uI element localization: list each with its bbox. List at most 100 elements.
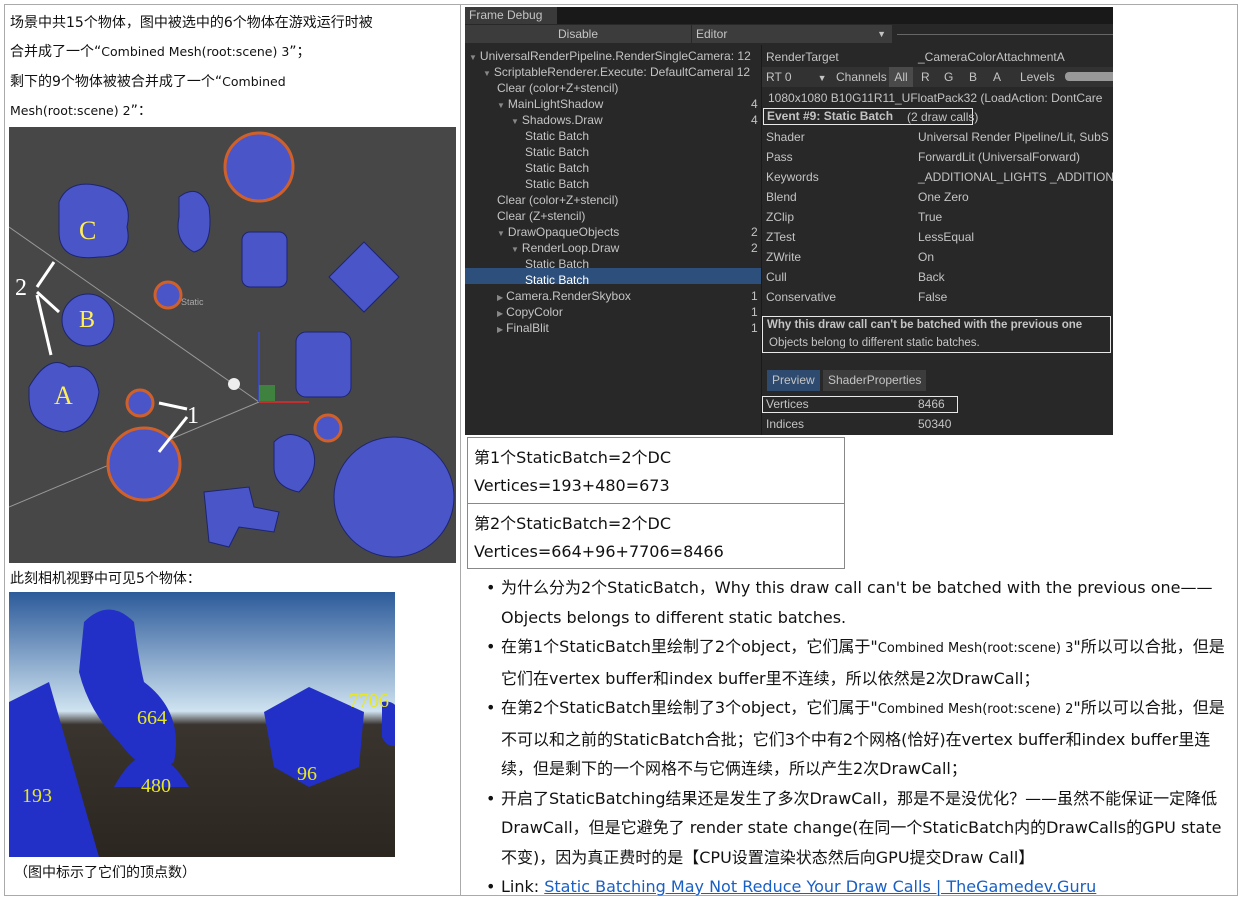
tree-row[interactable]: ▶Camera.RenderSkybox [497, 288, 631, 304]
tree-row-label: CopyColor [506, 305, 563, 319]
intro-line-1: 场景中共15个物体，图中被选中的6个物体在游戏运行时被 [10, 14, 373, 32]
tree-row-label: Static Batch [525, 257, 589, 271]
property-value: ForwardLit (UniversalForward) [918, 149, 1080, 165]
tree-row[interactable]: ▶FinalBlit [497, 320, 549, 336]
label-b: B [79, 307, 95, 333]
indices-label: Indices [766, 416, 804, 432]
link-prefix: Link: [501, 877, 544, 896]
tree-row[interactable]: Clear (Z+stencil) [497, 208, 585, 224]
tree-row-count: 1 [751, 320, 758, 336]
format-info: 1080x1080 B10G11R11_UFloatPack32 (LoadAc… [768, 90, 1102, 106]
intro-line-2: 合并成了一个“Combined Mesh(root:scene) 3”； [10, 43, 311, 61]
property-value: LessEqual [918, 229, 974, 245]
tree-row[interactable]: Clear (color+Z+stencil) [497, 192, 618, 208]
tree-row-label: Static Batch [525, 161, 589, 175]
tree-row[interactable]: ▼UniversalRenderPipeline.RenderSingleCam… [469, 48, 751, 64]
tree-row[interactable]: Static Batch [525, 144, 589, 160]
property-name: Shader [766, 129, 805, 145]
event-title: Event #9: Static Batch [767, 108, 893, 124]
frame-debug-tab[interactable]: Frame Debug [465, 7, 557, 24]
tree-row-count: 2 [751, 224, 758, 240]
tab-preview[interactable]: Preview [767, 370, 820, 391]
channel-g-button[interactable]: G [944, 69, 953, 85]
editor-dropdown[interactable]: Editor▼ [692, 25, 892, 43]
tree-row[interactable]: Static Batch [525, 256, 589, 272]
tree-row[interactable]: ▼DrawOpaqueObjects [497, 224, 619, 240]
render-target-label: RenderTarget [766, 49, 839, 65]
label-480: 480 [141, 775, 171, 797]
tree-row-label: DrawOpaqueObjects [508, 225, 619, 239]
intro-line-4: Mesh(root:scene) 2”： [10, 102, 152, 120]
property-value: Back [918, 269, 945, 285]
channel-b-button[interactable]: B [969, 69, 977, 85]
label-2: 2 [15, 275, 27, 301]
tree-row-label: RenderLoop.Draw [522, 241, 619, 255]
tree-row-label: MainLightShadow [508, 97, 603, 111]
mesh-name: Combined Mesh(root:scene) 3 [101, 44, 289, 59]
expand-arrow-icon[interactable]: ▼ [511, 117, 519, 126]
article-link[interactable]: Static Batching May Not Reduce Your Draw… [544, 877, 1096, 896]
tree-row[interactable]: Static Batch [525, 128, 589, 144]
batch-reason-text: Objects belong to different static batch… [769, 335, 980, 351]
levels-label: Levels [1020, 69, 1055, 85]
expand-arrow-icon[interactable]: ▼ [469, 53, 477, 62]
channel-all-button[interactable]: All [889, 67, 913, 87]
label-7706: 7706 [349, 690, 389, 712]
slider-track[interactable] [897, 34, 1113, 35]
collapse-arrow-icon[interactable]: ▶ [497, 325, 503, 334]
tree-row[interactable]: Clear (color+Z+stencil) [497, 80, 618, 96]
expand-arrow-icon[interactable]: ▼ [511, 245, 519, 254]
batch-title: 第1个StaticBatch=2个DC [474, 444, 838, 472]
property-name: Cull [766, 269, 787, 285]
collapse-arrow-icon[interactable]: ▶ [497, 309, 503, 318]
rt-label: RT 0 [766, 70, 792, 84]
rt-dropdown[interactable]: RT 0▼ [766, 69, 827, 86]
tab-shader-properties[interactable]: ShaderProperties [823, 370, 926, 391]
tree-row[interactable]: Static Batch [525, 272, 589, 288]
note-item: 在第1个StaticBatch里绘制了2个object，它们属于"Combine… [484, 632, 1236, 693]
channel-r-button[interactable]: R [921, 69, 930, 85]
mesh-name: Combined Mesh(root:scene) 2 [878, 702, 1074, 717]
tree-row-count: 4 [751, 96, 758, 112]
expand-arrow-icon[interactable]: ▼ [497, 101, 505, 110]
tree-row[interactable]: ▼ScriptableRenderer.Execute: DefaultCame… [483, 64, 750, 80]
property-name: Blend [766, 189, 797, 205]
channel-a-button[interactable]: A [993, 69, 1001, 85]
label-96: 96 [297, 763, 317, 785]
tree-row[interactable]: ▼RenderLoop.Draw [511, 240, 619, 256]
summary-table: 第1个StaticBatch=2个DCVertices=193+480=673 … [467, 437, 845, 569]
levels-slider[interactable] [1065, 72, 1113, 81]
tree-row-label: Static Batch [525, 129, 589, 143]
event-draw-calls: (2 draw calls) [907, 109, 978, 125]
label-c: C [79, 216, 96, 245]
tree-row[interactable]: ▶CopyColor [497, 304, 563, 320]
expand-arrow-icon[interactable]: ▼ [497, 229, 505, 238]
tree-row[interactable]: ▼MainLightShadow [497, 96, 603, 112]
tree-row-label: UniversalRenderPipeline.RenderSingleCame… [480, 49, 751, 63]
tree-row-count: 4 [751, 112, 758, 128]
game-caption: （图中标示了它们的顶点数） [14, 864, 196, 882]
property-value: _ADDITIONAL_LIGHTS _ADDITIONA [918, 169, 1113, 185]
tree-row-label: Camera.RenderSkybox [506, 289, 631, 303]
note-item: 为什么分为2个StaticBatch，Why this draw call ca… [484, 573, 1236, 632]
intro-text: 剩下的9个物体被被合并成了一个“ [10, 74, 222, 90]
tree-row-label: Clear (color+Z+stencil) [497, 81, 618, 95]
editor-label: Editor [696, 26, 727, 42]
tree-row[interactable]: Static Batch [525, 176, 589, 192]
note-item: 开启了StaticBatching结果还是发生了多次DrawCall，那是不是没… [484, 784, 1236, 873]
property-name: ZClip [766, 209, 794, 225]
camera-caption: 此刻相机视野中可见5个物体： [10, 570, 201, 588]
property-value: False [918, 289, 947, 305]
indices-value: 50340 [918, 416, 951, 432]
expand-arrow-icon[interactable]: ▼ [483, 69, 491, 78]
property-value: One Zero [918, 189, 969, 205]
tree-row-label: FinalBlit [506, 321, 549, 335]
tree-row-label: Static Batch [525, 177, 589, 191]
tree-row[interactable]: ▼Shadows.Draw [511, 112, 603, 128]
vertices-value: 8466 [918, 396, 945, 412]
collapse-arrow-icon[interactable]: ▶ [497, 293, 503, 302]
tree-row[interactable]: Static Batch [525, 160, 589, 176]
batch-reason-title: Why this draw call can't be batched with… [767, 317, 1082, 333]
intro-text: ”； [289, 44, 310, 60]
disable-button[interactable]: Disable [465, 25, 691, 43]
